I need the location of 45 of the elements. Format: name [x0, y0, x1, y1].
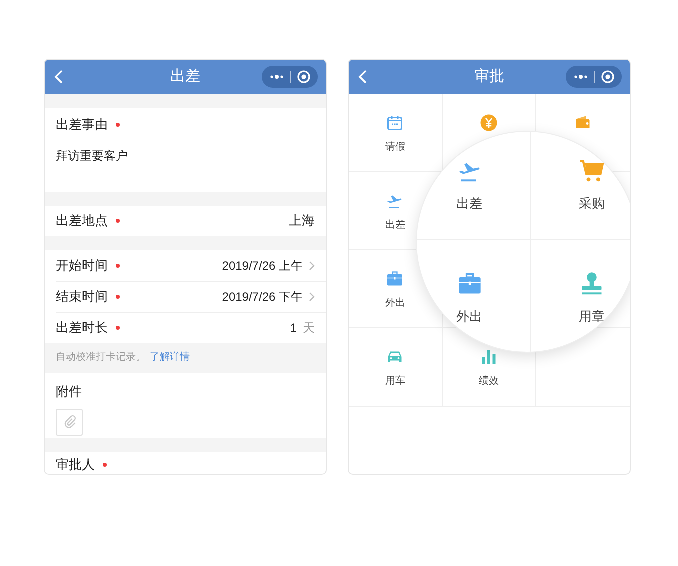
- calendar-icon: [386, 114, 404, 132]
- cart-icon: [579, 158, 605, 184]
- unit-text: 天: [303, 320, 315, 337]
- field-label: 结束时间: [56, 288, 108, 306]
- tile-label: 绩效: [478, 374, 499, 389]
- location-value: 上海: [289, 212, 315, 230]
- tile-label: 出差: [385, 218, 406, 233]
- tile-label: 请假: [385, 140, 406, 155]
- back-icon[interactable]: [357, 69, 369, 85]
- location-row[interactable]: 出差地点 上海: [45, 206, 326, 236]
- tile-label: 外出: [456, 308, 482, 326]
- stamp-icon: [579, 270, 605, 296]
- reason-value[interactable]: 拜访重要客户: [56, 146, 315, 164]
- field-label: 出差地点: [56, 212, 108, 230]
- briefcase-icon: [386, 270, 404, 288]
- tile-label: 用车: [385, 374, 406, 389]
- tile-label: 外出: [385, 296, 406, 311]
- page-title: 出差: [170, 66, 200, 87]
- page-title: 审批: [474, 66, 504, 87]
- form-row[interactable]: 开始时间 2019/7/26 上午: [56, 250, 326, 281]
- field-value: 2019/7/26 上午: [222, 258, 303, 274]
- attachment-label: 附件: [56, 383, 83, 401]
- briefcase-icon: [456, 270, 482, 296]
- paperclip-icon: [62, 415, 76, 429]
- field-value: 1: [290, 320, 297, 337]
- yen-coin-icon: [480, 114, 498, 132]
- more-icon[interactable]: [268, 73, 285, 81]
- back-icon[interactable]: [53, 69, 65, 85]
- tile-label: 用章: [579, 308, 605, 326]
- tile-label: 出差: [456, 194, 482, 212]
- field-label: 开始时间: [56, 256, 108, 275]
- field-label: 出差时长: [56, 319, 108, 338]
- chevron-icon: [309, 292, 315, 302]
- chevron-icon: [309, 260, 315, 270]
- more-icon[interactable]: [572, 73, 589, 81]
- form-row[interactable]: 出差时长 1 天: [56, 312, 326, 343]
- form-row[interactable]: 结束时间 2019/7/26 下午: [56, 281, 326, 312]
- field-value: 2019/7/26 下午: [222, 289, 303, 306]
- close-target-icon[interactable]: [601, 70, 616, 84]
- bar-chart-icon: [480, 348, 498, 366]
- field-label: 出差事由: [56, 116, 108, 134]
- hint-text: 自动校准打卡记录。: [56, 350, 146, 365]
- field-label: 审批人: [56, 456, 95, 474]
- close-target-icon[interactable]: [297, 70, 312, 84]
- tile-label: 采购: [579, 194, 605, 212]
